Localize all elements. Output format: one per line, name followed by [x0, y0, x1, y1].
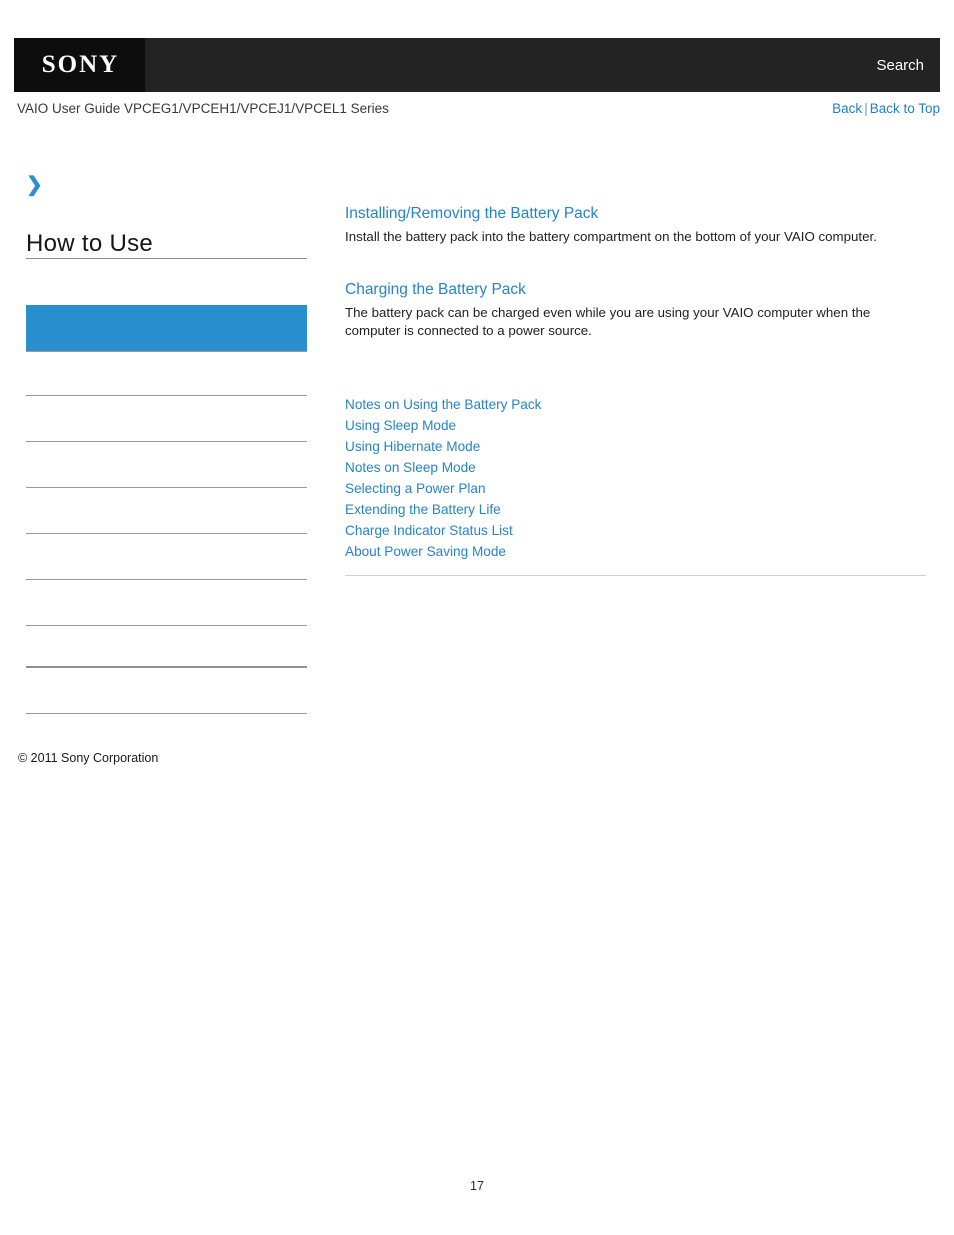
- related-links-list: Notes on Using the Battery Pack Using Sl…: [345, 394, 927, 562]
- document-page: SONY Search VAIO User Guide VPCEG1/VPCEH…: [0, 0, 954, 1235]
- sony-logo[interactable]: SONY: [14, 38, 145, 92]
- related-link[interactable]: About Power Saving Mode: [345, 541, 927, 562]
- back-to-top-link[interactable]: Back to Top: [870, 101, 940, 116]
- sidebar-divider-9: [26, 713, 307, 714]
- related-link[interactable]: Extending the Battery Life: [345, 499, 927, 520]
- related-link[interactable]: Charge Indicator Status List: [345, 520, 927, 541]
- nav-separator: |: [864, 101, 868, 116]
- sub-header: VAIO User Guide VPCEG1/VPCEH1/VPCEJ1/VPC…: [14, 101, 940, 125]
- content-divider: [345, 575, 926, 576]
- topic-title-link[interactable]: Installing/Removing the Battery Pack: [345, 205, 927, 223]
- sidebar-item-7[interactable]: [26, 580, 307, 626]
- sidebar-item-1-selected[interactable]: [26, 305, 307, 351]
- back-link[interactable]: Back: [832, 101, 862, 116]
- sidebar-item-4[interactable]: [26, 442, 307, 488]
- header-nav: Back | Back to Top: [832, 101, 940, 116]
- sidebar-item-6[interactable]: [26, 534, 307, 580]
- topic-description: The battery pack can be charged even whi…: [345, 304, 871, 339]
- topic-item: Charging the Battery Pack The battery pa…: [345, 281, 927, 341]
- sidebar-item-2[interactable]: [26, 352, 307, 398]
- related-link[interactable]: Notes on Sleep Mode: [345, 457, 927, 478]
- sidebar-heading: How to Use: [26, 230, 154, 257]
- related-link[interactable]: Selecting a Power Plan: [345, 478, 927, 499]
- topic-description: Install the battery pack into the batter…: [345, 229, 877, 244]
- main-content: Installing/Removing the Battery Pack Ins…: [345, 205, 927, 576]
- chevron-right-icon[interactable]: ❯: [26, 174, 46, 196]
- search-link[interactable]: Search: [876, 38, 924, 92]
- topic-title-link[interactable]: Charging the Battery Pack: [345, 281, 927, 299]
- related-link[interactable]: Using Hibernate Mode: [345, 436, 927, 457]
- guide-title: VAIO User Guide VPCEG1/VPCEH1/VPCEJ1/VPC…: [17, 101, 389, 116]
- sidebar-item-3[interactable]: [26, 396, 307, 442]
- page-number: 17: [470, 1179, 484, 1193]
- copyright-text: © 2011 Sony Corporation: [18, 751, 159, 765]
- sidebar-item-5[interactable]: [26, 488, 307, 534]
- related-link[interactable]: Notes on Using the Battery Pack: [345, 394, 927, 415]
- sidebar-item-9[interactable]: [26, 668, 307, 714]
- sidebar: ❯ How to Use © 2011 Sony Corporation: [0, 160, 330, 800]
- topic-item: Installing/Removing the Battery Pack Ins…: [345, 205, 927, 247]
- sony-logo-text: SONY: [41, 51, 120, 78]
- related-link[interactable]: Using Sleep Mode: [345, 415, 927, 436]
- sidebar-item-0[interactable]: [26, 259, 307, 305]
- site-header: SONY Search: [14, 38, 940, 92]
